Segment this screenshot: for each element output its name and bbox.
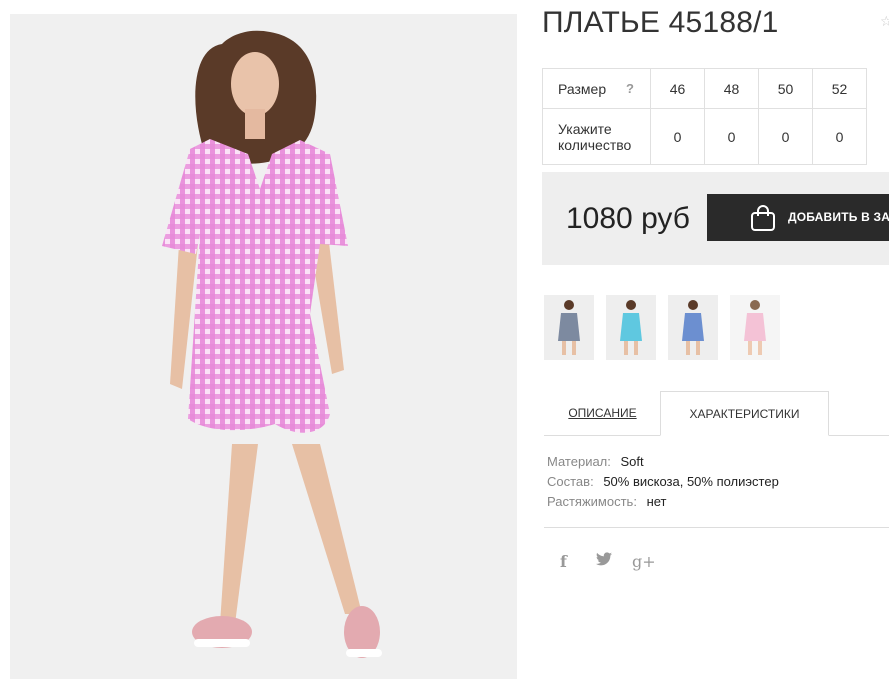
spec-key: Материал: xyxy=(547,454,611,469)
favorite-icon[interactable]: ☆ xyxy=(880,14,889,28)
add-to-order-button[interactable]: ДОБАВИТЬ В ЗАКАЗ xyxy=(707,194,889,241)
divider xyxy=(544,527,889,528)
size-label: Размер xyxy=(558,80,607,97)
spec-value: нет xyxy=(646,494,667,509)
quantity-row: Укажите количество 0 0 0 0 xyxy=(542,108,867,165)
thumb-blue-dress[interactable] xyxy=(668,295,718,360)
specs-list: Материал: Soft Состав: 50% вискоза, 50% … xyxy=(547,454,779,514)
price-panel: 1080 руб ДОБАВИТЬ В ЗАКАЗ xyxy=(542,172,889,265)
quantity-input-52[interactable]: 0 xyxy=(812,108,867,165)
size-52: 52 xyxy=(812,68,867,109)
size-label-cell: Размер ? xyxy=(542,68,651,109)
size-48: 48 xyxy=(704,68,759,109)
product-tabs: Описание Характеристики xyxy=(544,391,889,436)
quantity-input-46[interactable]: 0 xyxy=(650,108,705,165)
spec-row-material: Материал: Soft xyxy=(547,454,779,474)
tab-description[interactable]: Описание xyxy=(544,391,661,436)
spec-key: Состав: xyxy=(547,474,594,489)
product-main-image[interactable] xyxy=(10,14,517,679)
size-50: 50 xyxy=(758,68,813,109)
size-quantity-table: Размер ? 46 48 50 52 Укажите количество … xyxy=(542,68,867,165)
spec-row-stretch: Растяжимость: нет xyxy=(547,494,779,514)
thumb-turquoise-dress[interactable] xyxy=(606,295,656,360)
thumb-pink-dress[interactable] xyxy=(730,295,780,360)
quantity-input-48[interactable]: 0 xyxy=(704,108,759,165)
size-help-icon[interactable]: ? xyxy=(626,81,634,97)
spec-row-composition: Состав: 50% вискоза, 50% полиэстер xyxy=(547,474,779,494)
google-plus-icon[interactable]: g+ xyxy=(632,552,656,572)
facebook-icon[interactable]: f xyxy=(560,552,567,572)
size-row: Размер ? 46 48 50 52 xyxy=(542,68,867,109)
tab-characteristics[interactable]: Характеристики xyxy=(660,391,829,436)
thumb-grey-dress[interactable] xyxy=(544,295,594,360)
product-price: 1080 руб xyxy=(566,202,690,235)
shopping-bag-icon xyxy=(751,205,775,231)
spec-key: Растяжимость: xyxy=(547,494,637,509)
twitter-icon[interactable] xyxy=(596,552,612,572)
spec-value: 50% вискоза, 50% полиэстер xyxy=(603,474,779,489)
add-to-order-label: ДОБАВИТЬ В ЗАКАЗ xyxy=(788,210,889,224)
size-46: 46 xyxy=(650,68,705,109)
product-title: ПЛАТЬЕ 45188/1 xyxy=(542,6,779,39)
quantity-label: Укажите количество xyxy=(542,108,651,165)
spec-value: Soft xyxy=(620,454,644,469)
quantity-input-50[interactable]: 0 xyxy=(758,108,813,165)
